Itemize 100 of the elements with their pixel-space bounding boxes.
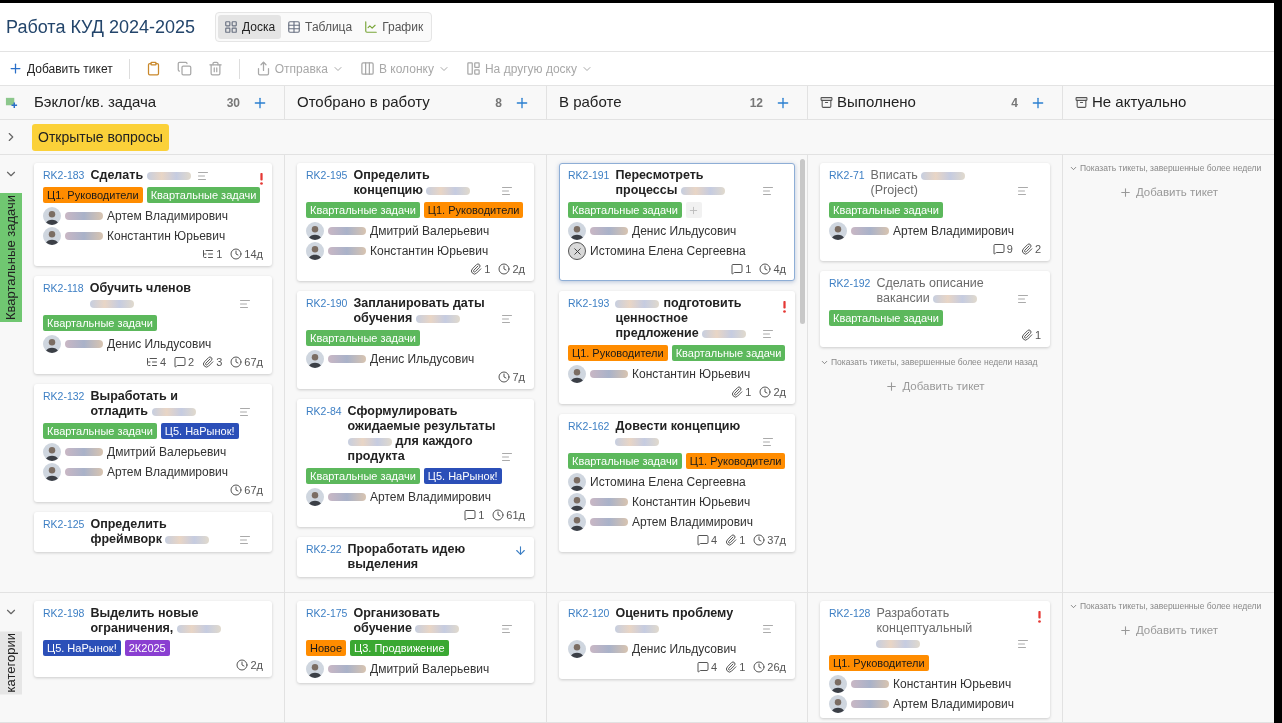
- add-ticket-button[interactable]: Добавить тикет: [1118, 622, 1219, 640]
- ticket-card[interactable]: RK2-193 подготовить ценностное предложение Ц1. Руководители Квартальные задачи Константин Юрьевич 1 2д: [559, 291, 795, 404]
- subtask-count: 4: [159, 355, 167, 369]
- ticket-card[interactable]: RK2-190 Запланировать даты обучения Квартальные задачи Денис Ильдусович 7д: [297, 291, 534, 389]
- avatar-icon: [568, 365, 586, 383]
- comment-count: 2: [188, 355, 195, 369]
- time-label: 26д: [767, 660, 786, 674]
- ticket-card[interactable]: RK2-191 Пересмотреть процессы Квартальные задачи Денис Ильдусович Истомина Елена Сергеевна 1 4д: [559, 163, 795, 281]
- board-title: Работа КУД 2024-2025: [6, 15, 195, 39]
- ticket-id[interactable]: RK2-120: [568, 606, 610, 621]
- ticket-title: Разработать концептуальный: [876, 606, 1015, 651]
- ticket-card[interactable]: RK2-120 Оценить проблему Денис Ильдусович 4 1 26д: [559, 601, 795, 679]
- trash-icon: [207, 61, 223, 76]
- show-older-link[interactable]: Показать тикеты, завершенные более недели назад: [831, 357, 1038, 368]
- assignee-name: Константин Юрьевич: [370, 243, 489, 259]
- plus-icon: [688, 204, 700, 216]
- tag: Квартальные задачи: [829, 202, 943, 218]
- assignee-name: Артем Владимирович: [893, 696, 1015, 712]
- ticket-id[interactable]: RK2-128: [829, 606, 871, 621]
- ticket-card[interactable]: RK2-118 Обучить членов Квартальные задачи Денис Ильдусович 4 2 3 67д: [34, 276, 272, 374]
- column-count: 30: [226, 94, 240, 112]
- plus-icon: [1118, 624, 1132, 638]
- clock-icon: [230, 248, 243, 260]
- comment-count: 4: [711, 533, 718, 547]
- ticket-title: Сделать описание вакансии: [876, 276, 985, 306]
- paperclip-icon: [202, 356, 215, 368]
- lane-label: категории: [0, 631, 22, 695]
- column-title: Отобрано в работу: [297, 92, 430, 113]
- add-lane-icon[interactable]: [4, 96, 18, 109]
- toolbar-button[interactable]: Добавить тикет: [4, 59, 117, 78]
- ticket-card[interactable]: RK2-22 Проработать идею выделения: [297, 537, 534, 577]
- attachment-count: 1: [484, 262, 491, 276]
- ticket-title: Сделать: [90, 168, 195, 183]
- ticket-id[interactable]: RK2-118: [43, 281, 84, 296]
- view-tab[interactable]: Таблица: [281, 15, 359, 39]
- assignee-name: Артем Владимирович: [370, 489, 492, 505]
- clock-icon: [498, 263, 511, 275]
- ticket-id[interactable]: RK2-22: [306, 542, 342, 557]
- show-older-link[interactable]: Показать тикеты, завершенные более недели: [1080, 601, 1262, 612]
- ticket-card[interactable]: RK2-195 Определить концепцию Квартальные задачи Ц1. Руководители Дмитрий Валерьевич Константин Юрьевич 1 2д: [297, 163, 534, 281]
- ticket-id[interactable]: RK2-132: [43, 389, 85, 404]
- ticket-card[interactable]: RK2-175 Организовать обучение Новое Ц3. Продвижение Дмитрий Валерьевич: [297, 601, 534, 683]
- ticket-id[interactable]: RK2-191: [568, 168, 610, 183]
- ticket-id[interactable]: RK2-192: [829, 276, 871, 291]
- paperclip-icon: [725, 661, 738, 673]
- attachment-count: 1: [739, 533, 746, 547]
- subtask-count: 1: [216, 247, 223, 261]
- assignee-name: Артем Владимирович: [893, 223, 1015, 239]
- time-label: 14д: [244, 247, 263, 261]
- ticket-card[interactable]: RK2-125 Определить фреймворк: [34, 512, 272, 552]
- avatar-icon: [306, 660, 324, 678]
- ticket-id[interactable]: RK2-195: [306, 168, 348, 183]
- ticket-card[interactable]: RK2-132 Выработать и отладить Квартальные задачи Ц5. НаРынок! Дмитрий Валерьевич Артем Владимирович 67д: [34, 384, 272, 502]
- assignee-name: Денис Ильдусович: [107, 336, 212, 352]
- ticket-card[interactable]: RK2-183 Сделать Ц1. Руководители Квартальные задачи Артем Владимирович Константин Юрьевич 1 14д: [34, 163, 272, 266]
- paperclip-icon: [1020, 243, 1033, 255]
- tag: Квартальные задачи: [671, 345, 786, 361]
- tag: Квартальные задачи: [568, 202, 682, 218]
- add-ticket-button[interactable]: Добавить тикет: [885, 378, 985, 396]
- ticket-id[interactable]: RK2-183: [43, 168, 85, 183]
- ticket-title: Обучить членов: [89, 281, 237, 311]
- ticket-id[interactable]: RK2-84: [306, 404, 342, 419]
- paperclip-icon: [731, 386, 744, 398]
- ticket-card[interactable]: RK2-128 Разработать концептуальный Ц1. Руководители Константин Юрьевич Артем Владимирович: [820, 601, 1050, 718]
- avatar-icon: [829, 675, 847, 693]
- tag: 2К2025: [124, 640, 170, 656]
- ticket-title: Организовать обучение: [353, 606, 499, 636]
- comment-icon: [174, 356, 187, 368]
- view-tab[interactable]: Доска: [218, 15, 282, 39]
- ticket-card[interactable]: RK2-84 Сформулировать ожидаемые результаты для каждого продукта Квартальные задачи Ц5. НаРынок! Артем Владимирович 1 61д: [297, 399, 534, 527]
- show-older-link[interactable]: Показать тикеты, завершенные более недели: [1080, 163, 1262, 174]
- comment-icon: [992, 243, 1005, 255]
- tag: Квартальные задачи: [306, 330, 420, 346]
- columns-icon: [360, 61, 375, 76]
- ticket-card[interactable]: RK2-71 Вписать (Project) Квартальные задачи Артем Владимирович 9 2: [820, 163, 1050, 261]
- add-ticket-button[interactable]: Добавить тикет: [1118, 184, 1219, 202]
- ticket-id[interactable]: RK2-198: [43, 606, 85, 621]
- avatar-icon: [306, 488, 324, 506]
- lane-label: Открытые вопросы: [32, 123, 169, 151]
- tag: Ц3. Продвижение: [350, 640, 449, 656]
- assignee-name: Константин Юрьевич: [632, 366, 751, 382]
- ticket-card[interactable]: RK2-198 Выделить новые ограничения, Ц5. НаРынок! 2К2025 2д: [34, 601, 272, 677]
- add-tag-button[interactable]: [685, 202, 702, 218]
- column-count: 4: [1011, 94, 1018, 112]
- scrollbar[interactable]: [800, 159, 805, 324]
- clock-icon: [759, 386, 772, 398]
- ticket-id[interactable]: RK2-175: [306, 606, 348, 621]
- ticket-card[interactable]: RK2-162 Довести концепцию Квартальные задачи Ц1. Руководители Истомина Елена Сергеевна Константин Юрьевич Артем Владимирович 4 1 37д: [559, 414, 795, 552]
- tag: Ц5. НаРынок!: [160, 423, 239, 439]
- view-tab[interactable]: График: [358, 15, 430, 39]
- ticket-card[interactable]: RK2-192 Сделать описание вакансии Квартальные задачи 1: [820, 271, 1050, 347]
- ticket-id[interactable]: RK2-125: [43, 517, 85, 532]
- ticket-id[interactable]: RK2-162: [568, 419, 610, 434]
- ticket-id[interactable]: RK2-71: [829, 168, 865, 183]
- ticket-id[interactable]: RK2-190: [306, 296, 348, 311]
- ticket-id[interactable]: RK2-193: [568, 296, 610, 311]
- tag: Ц1. Руководители: [43, 187, 143, 203]
- assignee-name: Истомина Елена Сергеевна: [590, 474, 746, 490]
- assignee-name: Истомина Елена Сергеевна: [590, 243, 746, 259]
- assignee-name: Артем Владимирович: [107, 464, 229, 480]
